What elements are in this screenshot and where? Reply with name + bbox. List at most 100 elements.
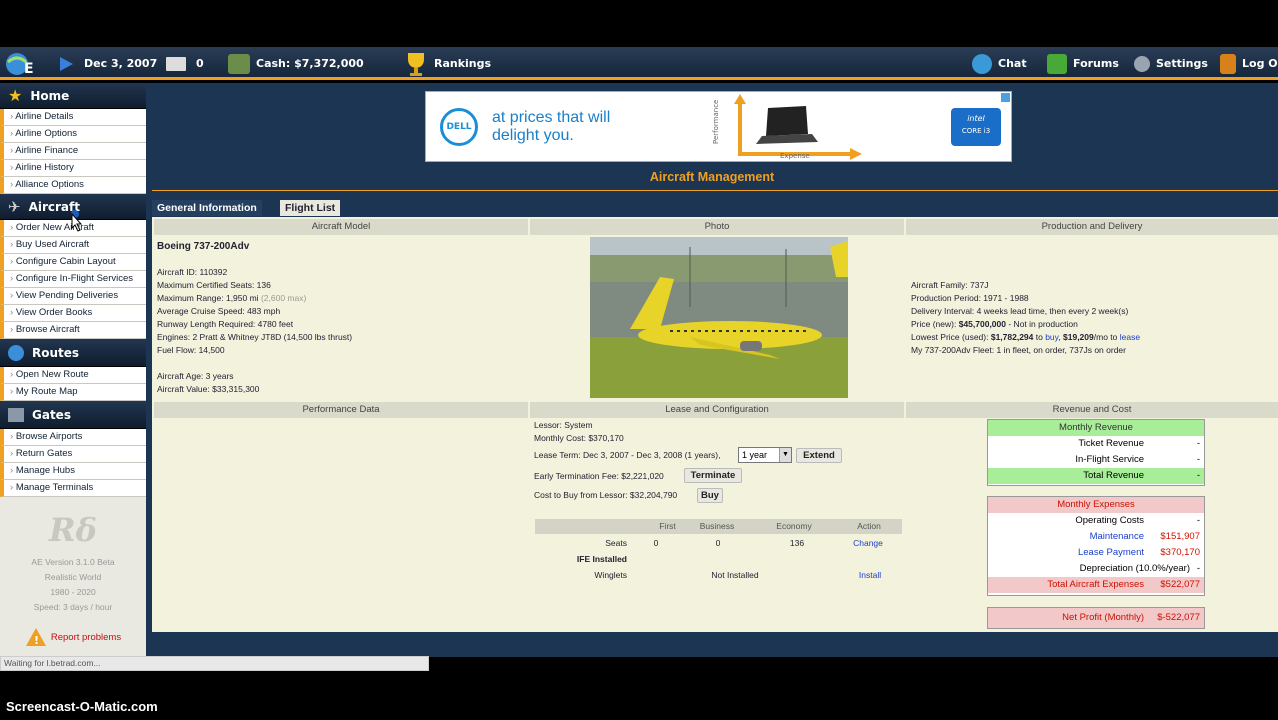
sidebar-item-airline-details[interactable]: Airline Details (0, 109, 146, 126)
tab-flight-list[interactable]: Flight List (280, 200, 341, 216)
price-new-label: Price (new): (911, 319, 959, 329)
lease-term-select[interactable]: 1 year ▼ (738, 447, 792, 463)
rankings-button[interactable]: Rankings (404, 47, 491, 80)
speed-text: Speed: 3 days / hour (33, 602, 113, 612)
ticket-revenue-label: Ticket Revenue (1078, 438, 1144, 449)
lease-per-text: /mo to (1093, 332, 1120, 342)
sidebar-item-configure-cabin-layout[interactable]: Configure Cabin Layout (0, 254, 146, 271)
ae-logo[interactable]: E (4, 47, 42, 80)
sidebar-item-airline-history[interactable]: Airline History (0, 160, 146, 177)
performance-header: Performance Data (154, 402, 528, 418)
price-new-value: $45,700,000 (958, 319, 1006, 329)
star-icon: ★ (8, 86, 23, 105)
sidebar-item-airline-options[interactable]: Airline Options (0, 126, 146, 143)
max-seats: Maximum Certified Seats: 136 (157, 280, 271, 290)
lessor: Lessor: System (534, 420, 593, 430)
ad-choices-icon[interactable] (1001, 93, 1010, 102)
sidebar-item-open-new-route[interactable]: Open New Route (0, 367, 146, 384)
early-termination-fee: Early Termination Fee: $2,221,020 (534, 471, 664, 481)
top-navigation-bar: E Dec 3, 2007 0 Cash: $7,372,000 Ranking… (0, 47, 1278, 80)
ticket-revenue-row: Ticket Revenue - (988, 436, 1204, 452)
gates-icon (8, 407, 24, 422)
operating-costs-value: - (1196, 515, 1200, 526)
sidebar-item-view-pending-deliveries[interactable]: View Pending Deliveries (0, 288, 146, 305)
maintenance-link[interactable]: Maintenance (1090, 529, 1144, 545)
lease-link[interactable]: lease (1120, 332, 1140, 342)
total-revenue-row: Total Revenue - (988, 468, 1204, 484)
seats-first: 0 (653, 538, 659, 548)
lease-price-value: $19,209 (1063, 332, 1094, 342)
total-revenue-value: - (1196, 470, 1200, 481)
aircraft-value: Aircraft Value: $33,315,300 (157, 384, 260, 394)
net-profit-value: $-522,077 (1157, 612, 1200, 623)
fleet-info: My 737-200Adv Fleet: 1 in fleet, on orde… (911, 345, 1126, 355)
buy-used-link[interactable]: buy (1045, 332, 1058, 342)
lease-payment-link[interactable]: Lease Payment (1078, 545, 1144, 561)
wrench-icon (1134, 55, 1150, 72)
sidebar-home-header[interactable]: ★ Home (0, 83, 146, 109)
max-range-text: Maximum Range: 1,950 mi (157, 293, 259, 303)
extend-button[interactable]: Extend (796, 448, 842, 463)
sidebar-item-manage-terminals[interactable]: Manage Terminals (0, 480, 146, 497)
logout-button[interactable]: Log Out (1220, 47, 1278, 80)
lowest-price-value: $1,782,294 (990, 332, 1034, 342)
inflight-service-value: - (1196, 454, 1200, 465)
sidebar-item-configure-in-flight-services[interactable]: Configure In-Flight Services (0, 271, 146, 288)
sidebar-item-my-route-map[interactable]: My Route Map (0, 384, 146, 401)
seats-business: 0 (715, 538, 721, 548)
sidebar-gates-header[interactable]: Gates (0, 401, 146, 429)
runway-length: Runway Length Required: 4780 feet (157, 319, 294, 329)
col-first: First (659, 521, 676, 531)
main-content: DELL at prices that will delight you. Pe… (146, 83, 1278, 657)
report-problems-link[interactable]: ! Report problems (0, 627, 146, 647)
cash-register-icon (228, 53, 250, 74)
terminate-button[interactable]: Terminate (684, 468, 742, 483)
monthly-expenses-title: Monthly Expenses (988, 497, 1204, 513)
config-table-header: First Business Economy Action (535, 519, 902, 534)
col-action: Action (857, 521, 881, 531)
core-text: CORE i3 (961, 127, 991, 135)
sidebar-item-browse-airports[interactable]: Browse Airports (0, 429, 146, 446)
play-icon (60, 56, 73, 71)
inflight-service-row: In-Flight Service - (988, 452, 1204, 468)
globe-icon (8, 344, 24, 361)
advertisement-banner[interactable]: DELL at prices that will delight you. Pe… (425, 91, 1012, 162)
sidebar-item-alliance-options[interactable]: Alliance Options (0, 177, 146, 194)
messages-button[interactable]: 0 (166, 47, 204, 80)
sidebar-item-browse-aircraft[interactable]: Browse Aircraft (0, 322, 146, 339)
trophy-icon (408, 52, 424, 76)
total-expenses-label: Total Aircraft Expenses (1047, 579, 1144, 590)
aircraft-family: Aircraft Family: 737J (911, 280, 989, 290)
operating-costs-label: Operating Costs (1075, 515, 1144, 526)
seats-economy: 136 (789, 538, 805, 548)
chat-button[interactable]: Chat (972, 47, 1027, 80)
sidebar-routes-header[interactable]: Routes (0, 339, 146, 367)
depreciation-label: Depreciation (10.0%/year) (1079, 563, 1190, 574)
col-economy: Economy (776, 521, 812, 531)
cash-display: Cash: $7,372,000 (228, 47, 364, 80)
fuel-flow: Fuel Flow: 14,500 (157, 345, 225, 355)
install-winglets-link[interactable]: Install (850, 569, 890, 582)
sidebar-item-manage-hubs[interactable]: Manage Hubs (0, 463, 146, 480)
lowest-price-used: Lowest Price (used): $1,782,294 to buy, … (911, 331, 1140, 344)
change-seats-link[interactable]: Change (848, 537, 888, 550)
sidebar-item-buy-used-aircraft[interactable]: Buy Used Aircraft (0, 237, 146, 254)
sidebar-item-return-gates[interactable]: Return Gates (0, 446, 146, 463)
delivery-interval: Delivery Interval: 4 weeks lead time, th… (911, 306, 1129, 316)
ad-arrow-graphic (734, 94, 862, 160)
winglets-label: Winglets (594, 570, 627, 580)
ad-line-1: at prices that will (492, 109, 611, 126)
world-text: Realistic World (44, 572, 102, 582)
dropdown-arrow-icon: ▼ (779, 448, 791, 462)
sidebar-item-airline-finance[interactable]: Airline Finance (0, 143, 146, 160)
forums-icon (1047, 53, 1067, 74)
forums-button[interactable]: Forums (1047, 47, 1119, 80)
settings-button[interactable]: Settings (1134, 47, 1208, 80)
airplane-icon: ✈ (8, 197, 21, 216)
sidebar-item-view-order-books[interactable]: View Order Books (0, 305, 146, 322)
seats-label: Seats (605, 538, 627, 548)
tab-general-information[interactable]: General Information (152, 200, 262, 216)
maintenance-row: Maintenance $151,907 (988, 529, 1204, 545)
date-display: Dec 3, 2007 (58, 47, 157, 80)
buy-button[interactable]: Buy (697, 488, 723, 503)
